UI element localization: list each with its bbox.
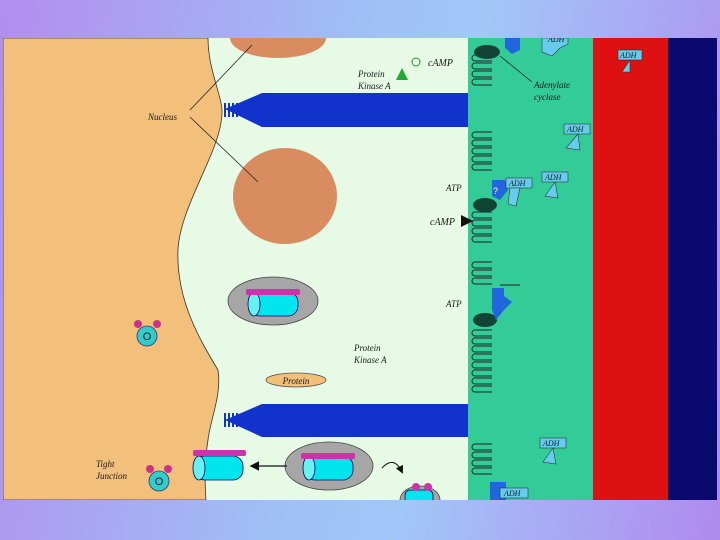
aquaporin-channel: [192, 450, 246, 481]
blood-vessel-red: [593, 38, 668, 500]
atp-label: ATP: [445, 183, 462, 193]
nucleus: [233, 148, 337, 244]
blood-vessel-navy: [668, 38, 717, 500]
adh-label: ADH: [619, 51, 638, 60]
pka-mid-label-1: Protein: [353, 343, 381, 353]
pka-top-label-2: Kinase A: [357, 81, 391, 91]
nucleus-label: Nucleus: [147, 112, 177, 122]
nucleus-top: [230, 38, 326, 58]
water-label: O: [155, 476, 164, 488]
adh-label: ADH: [542, 439, 561, 448]
tight-junction-label-1: Tight: [96, 459, 115, 469]
adh-label: ADH: [544, 173, 563, 182]
adenylate-cyclase-top: [474, 45, 500, 59]
apical-membrane-band: [468, 38, 598, 500]
g-protein-mid: [473, 198, 497, 212]
microtubule-top: [225, 93, 468, 127]
atp-label: ATP: [445, 299, 462, 309]
question-mark: ?: [493, 186, 498, 196]
tight-junction-label-2: Junction: [96, 471, 127, 481]
adh-label: ADH: [508, 179, 527, 188]
aquaporin-vesicle: [227, 276, 319, 326]
adh-molecule: ADH: [499, 487, 529, 499]
camp-mid-label: cAMP: [430, 217, 455, 228]
camp-top-label: cAMP: [428, 58, 453, 69]
protein-label: Protein: [282, 376, 310, 386]
adenylate-cyclase-label-1: Adenylate: [533, 80, 570, 90]
adh-mechanism-diagram: ADH ADH ADH ADH ADH ADH ADH O O cAMP Pro…: [3, 35, 717, 500]
adh-label: ADH: [566, 125, 585, 134]
adenylate-cyclase-label-2: cyclase: [534, 92, 560, 102]
microtubule-bottom: [225, 404, 468, 437]
aquaporin-vesicle: [284, 441, 374, 491]
adh-label: ADH: [503, 489, 522, 498]
water-label: O: [143, 331, 152, 343]
g-protein-lower: [473, 313, 497, 327]
pka-mid-label-2: Kinase A: [353, 355, 387, 365]
adh-label: ADH: [547, 35, 566, 44]
pka-top-label-1: Protein: [357, 69, 385, 79]
